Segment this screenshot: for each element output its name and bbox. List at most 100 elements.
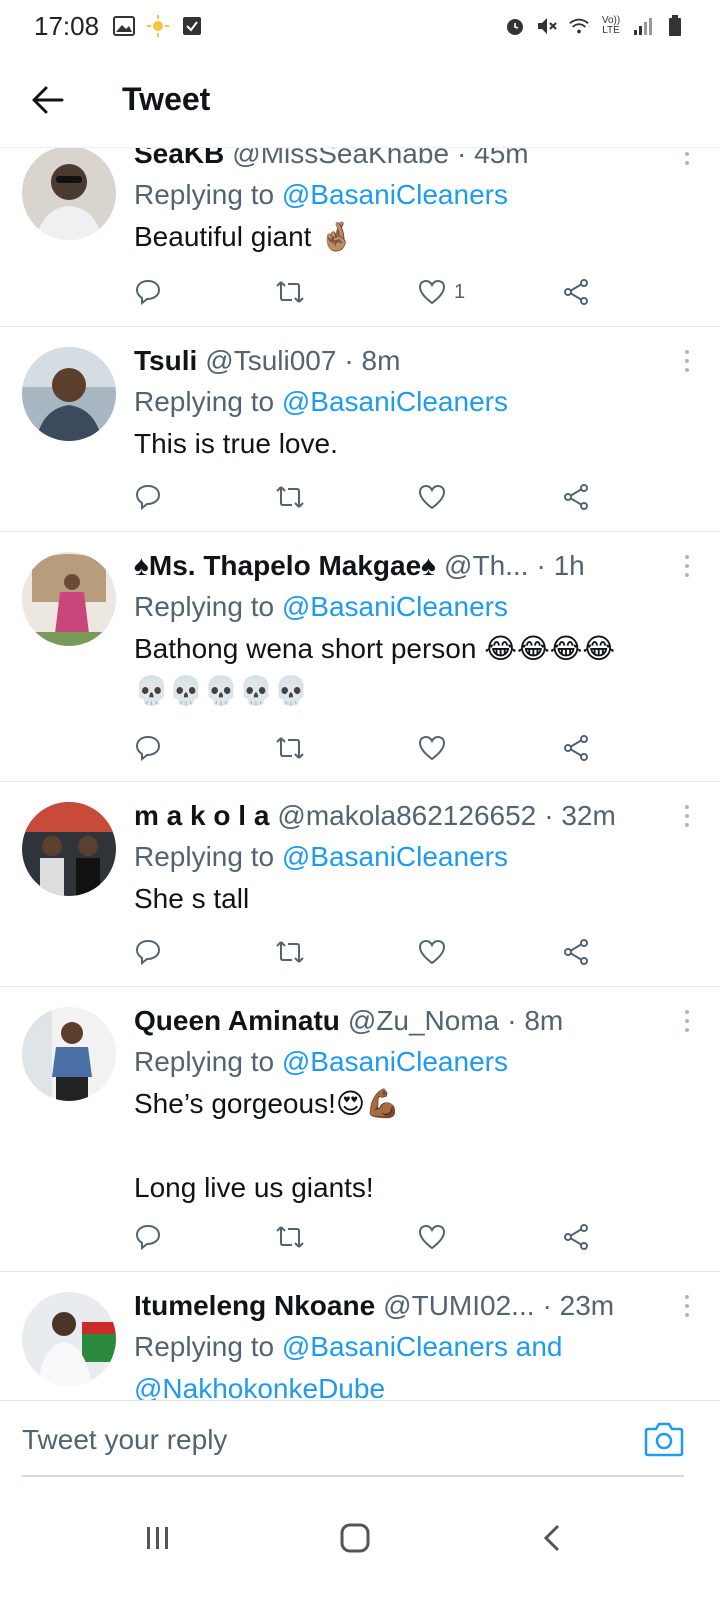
signal-icon [632,15,654,37]
retweet-button[interactable] [274,932,306,972]
display-name[interactable]: Itumeleng Nkoane [134,1290,375,1322]
recent-apps-button[interactable] [128,1508,188,1568]
like-button[interactable] [418,932,446,972]
reply-feed[interactable]: SeaKB @MissSeaKhabe · 45m Replying to @B… [0,148,720,1426]
tweet[interactable]: SeaKB @MissSeaKhabe · 45m Replying to @B… [0,148,720,327]
like-button[interactable]: 1 [418,272,465,312]
handle[interactable]: @Zu_Noma [348,1005,499,1037]
retweet-icon [276,941,304,963]
avatar[interactable] [22,1292,116,1386]
camera-button[interactable] [644,1421,684,1461]
display-name[interactable]: m a k o l a [134,800,269,832]
avatar[interactable] [22,802,116,896]
like-button[interactable] [418,1217,446,1257]
more-options-icon[interactable] [674,555,700,577]
handle[interactable]: @MissSeaKhabe [232,148,449,170]
handle[interactable]: @Th... [444,550,528,582]
retweet-button[interactable] [274,272,306,312]
retweet-button[interactable] [274,477,306,517]
handle[interactable]: @TUMI02... [383,1290,534,1322]
reply-input[interactable] [22,1415,582,1465]
tweet-actions [134,932,604,972]
timestamp[interactable]: · 32m [544,800,616,832]
timestamp[interactable]: · 23m [543,1290,615,1322]
tweet[interactable]: m a k o l a @makola862126652 · 32m Reply… [0,782,720,987]
share-icon [564,735,588,761]
timestamp[interactable]: · 8m [507,1005,563,1037]
divider [22,1475,684,1477]
back-button[interactable] [18,70,78,130]
like-button[interactable] [418,728,446,768]
reply-icon [135,735,161,762]
reply-button[interactable] [134,272,162,312]
home-button[interactable] [325,1508,385,1568]
mention-link[interactable]: @BasaniCleaners [282,841,508,872]
replying-prefix: Replying to [134,1046,275,1077]
share-icon [564,939,588,965]
nav-back-button[interactable] [522,1508,582,1568]
mention-link[interactable]: @BasaniCleaners and [282,1331,563,1362]
tweet-text: Bathong wena short person 😂😂😂😂 💀💀💀💀💀 [134,633,616,706]
display-name[interactable]: Queen Aminatu [134,1005,340,1037]
system-nav-bar [0,1478,720,1600]
reply-button[interactable] [134,728,162,768]
replying-prefix: Replying to [134,841,275,872]
more-options-icon[interactable] [674,1010,700,1032]
mention-link[interactable]: @BasaniCleaners [282,386,508,417]
checkbox-icon [181,15,203,37]
retweet-icon [276,486,304,508]
display-name[interactable]: SeaKB [134,148,224,170]
more-options-icon[interactable] [674,805,700,827]
replying-prefix: Replying to [134,386,275,417]
mute-icon [536,15,558,37]
avatar[interactable] [22,552,116,646]
volte-icon: Vo)) LTE [601,15,621,36]
avatar[interactable] [22,148,116,240]
mention-link[interactable]: @BasaniCleaners [282,179,508,210]
timestamp[interactable]: · 1h [536,550,584,582]
timestamp[interactable]: · 45m [457,148,529,170]
arrow-left-icon [32,86,64,113]
reply-button[interactable] [134,477,162,517]
tweet[interactable]: Tsuli @Tsuli007 · 8m Replying to @Basani… [0,327,720,532]
handle[interactable]: @Tsuli007 [205,345,336,377]
replying-line: Replying to @BasaniCleaners [134,1041,700,1083]
reply-icon [135,939,161,966]
home-icon [340,1523,370,1553]
mention-link[interactable]: @BasaniCleaners [282,591,508,622]
tweet[interactable]: Queen Aminatu @Zu_Noma · 8m Replying to … [0,987,720,1272]
avatar[interactable] [22,1007,116,1101]
timestamp[interactable]: · 8m [344,345,400,377]
avatar[interactable] [22,347,116,441]
display-name[interactable]: Tsuli [134,345,197,377]
retweet-button[interactable] [274,1217,306,1257]
share-icon [564,1224,588,1250]
retweet-button[interactable] [274,728,306,768]
sun-icon [147,15,170,37]
replying-line: Replying to @BasaniCleaners [134,836,700,878]
more-options-icon[interactable] [674,1295,700,1317]
reply-icon [135,484,161,511]
more-options-icon[interactable] [674,350,700,372]
share-button[interactable] [562,932,590,972]
more-options-icon[interactable] [674,148,700,165]
reply-button[interactable] [134,1217,162,1257]
reply-icon [135,1224,161,1251]
share-button[interactable] [562,272,590,312]
alarm-icon [504,15,526,37]
share-button[interactable] [562,728,590,768]
like-button[interactable] [418,477,446,517]
mention-link[interactable]: @BasaniCleaners [282,1046,508,1077]
tweet-text: She s tall [134,883,250,914]
share-button[interactable] [562,1217,590,1257]
tweet[interactable]: ♠Ms. Thapelo Makgae♠ @Th... · 1h Replyin… [0,532,720,782]
wifi-icon [568,15,590,37]
reply-bar [0,1400,720,1478]
retweet-icon [276,281,304,303]
share-button[interactable] [562,477,590,517]
replying-line: Replying to @BasaniCleaners [134,174,700,216]
handle[interactable]: @makola862126652 [277,800,536,832]
heart-icon [418,484,446,510]
display-name[interactable]: ♠Ms. Thapelo Makgae♠ [134,550,436,582]
reply-button[interactable] [134,932,162,972]
